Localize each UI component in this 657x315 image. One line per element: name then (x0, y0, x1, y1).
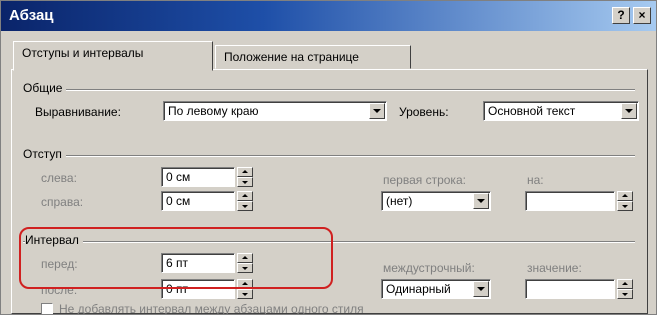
alignment-select[interactable]: По левому краю (163, 101, 387, 121)
dont-add-spacing-label: Не добавлять интервал между абзацами одн… (59, 302, 364, 315)
indent-right-label: справа: (41, 195, 84, 209)
indent-by-spinner[interactable] (617, 191, 633, 211)
spin-down-icon[interactable] (237, 201, 253, 211)
spin-down-icon[interactable] (617, 289, 633, 299)
highlight-annotation (19, 227, 333, 289)
dropdown-arrow-icon[interactable] (473, 281, 489, 297)
spacing-value-input[interactable] (525, 279, 615, 299)
spacing-value-spinner[interactable] (617, 279, 633, 299)
spin-up-icon[interactable] (237, 191, 253, 201)
alignment-label: Выравнивание: (35, 105, 121, 119)
level-label: Уровень: (399, 105, 449, 119)
first-line-select-value: (нет) (386, 194, 413, 208)
tab-line-and-page-breaks[interactable]: Положение на странице (215, 45, 411, 69)
spin-down-icon[interactable] (237, 177, 253, 187)
general-group-title: Общие (23, 81, 67, 95)
paragraph-dialog: Абзац ? × Отступы и интервалы Положение … (0, 0, 657, 315)
indent-group-line (23, 155, 635, 157)
general-group-line (23, 89, 635, 91)
indent-right-spinner[interactable] (237, 191, 253, 211)
spin-down-icon[interactable] (237, 289, 253, 299)
line-spacing-select[interactable]: Одинарный (381, 279, 491, 299)
first-line-select[interactable]: (нет) (381, 191, 491, 211)
dropdown-arrow-icon[interactable] (621, 103, 637, 119)
title-bar[interactable]: Абзац ? × (1, 1, 656, 31)
indent-right-input[interactable]: 0 см (161, 191, 235, 211)
dont-add-spacing-checkbox[interactable] (41, 303, 53, 314)
indent-left-label: слева: (41, 171, 77, 185)
level-select[interactable]: Основной текст (483, 101, 639, 121)
line-spacing-select-value: Одинарный (386, 282, 451, 296)
indent-left-value: 0 см (166, 170, 191, 184)
window-title: Абзац (9, 7, 54, 24)
dropdown-arrow-icon[interactable] (473, 193, 489, 209)
indent-group-title: Отступ (23, 147, 66, 161)
spin-down-icon[interactable] (617, 201, 633, 211)
indent-by-label: на: (527, 173, 544, 187)
spin-up-icon[interactable] (617, 279, 633, 289)
spin-up-icon[interactable] (617, 191, 633, 201)
dropdown-arrow-icon[interactable] (369, 103, 385, 119)
line-spacing-label: междустрочный: (383, 261, 475, 275)
level-select-value: Основной текст (488, 104, 576, 118)
close-icon[interactable]: × (633, 7, 651, 24)
alignment-select-value: По левому краю (168, 104, 259, 118)
spin-up-icon[interactable] (237, 167, 253, 177)
help-icon[interactable]: ? (612, 7, 630, 24)
indent-right-value: 0 см (166, 194, 191, 208)
indent-left-input[interactable]: 0 см (161, 167, 235, 187)
indent-by-input[interactable] (525, 191, 615, 211)
indent-left-spinner[interactable] (237, 167, 253, 187)
tab-indents-and-spacing[interactable]: Отступы и интервалы (13, 41, 213, 71)
first-line-label: первая строка: (383, 173, 466, 187)
spacing-value-label: значение: (527, 261, 582, 275)
